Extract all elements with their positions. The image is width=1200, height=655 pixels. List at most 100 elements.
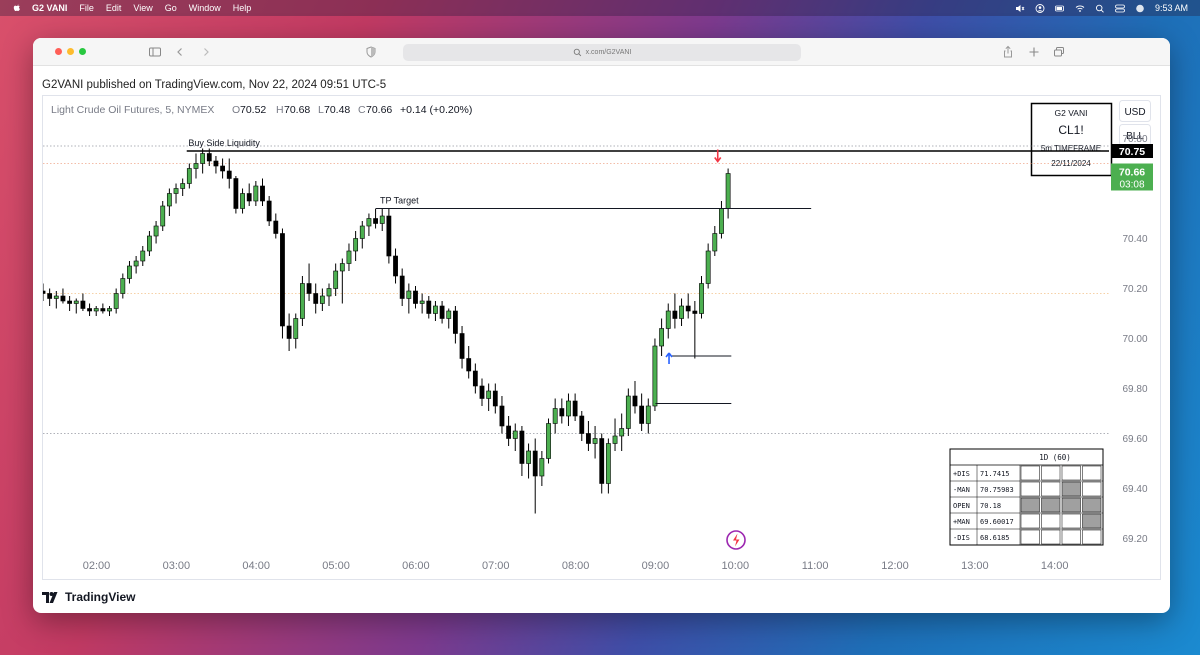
candle-bullish[interactable]	[526, 450, 531, 464]
candle-bearish[interactable]	[452, 310, 458, 334]
candle-bullish[interactable]	[319, 295, 325, 304]
back-icon[interactable]	[173, 45, 187, 59]
candle-bullish[interactable]	[486, 390, 492, 399]
candle-bearish[interactable]	[472, 370, 478, 387]
candle-bullish[interactable]	[153, 225, 159, 237]
candle-bearish[interactable]	[213, 160, 219, 167]
control-center-icon[interactable]	[1115, 4, 1125, 13]
candle-bearish[interactable]	[426, 300, 432, 314]
menu-file[interactable]: File	[79, 3, 94, 13]
minimize-window-button[interactable]	[67, 48, 74, 55]
menu-app-name[interactable]: G2 VANI	[32, 3, 67, 13]
candle-bearish[interactable]	[87, 308, 92, 312]
menu-window[interactable]: Window	[189, 3, 221, 13]
candle-bearish[interactable]	[532, 450, 538, 477]
candle-bullish[interactable]	[140, 250, 146, 262]
candle-bearish[interactable]	[266, 200, 272, 222]
candle-bullish[interactable]	[546, 423, 551, 459]
candle-bearish[interactable]	[60, 295, 66, 302]
candle-bullish[interactable]	[625, 395, 631, 429]
candle-bearish[interactable]	[206, 153, 212, 162]
candle-bearish[interactable]	[373, 218, 378, 224]
candle-bearish[interactable]	[226, 170, 232, 179]
candle-bearish[interactable]	[672, 310, 678, 319]
menubar-clock[interactable]: 9:53 AM	[1155, 3, 1188, 13]
user-account-icon[interactable]	[1035, 3, 1045, 13]
candle-bearish[interactable]	[685, 305, 691, 312]
candle-bearish[interactable]	[459, 333, 465, 359]
candle-bullish[interactable]	[725, 173, 731, 209]
candle-bullish[interactable]	[705, 250, 711, 284]
candle-bearish[interactable]	[466, 358, 472, 372]
close-window-button[interactable]	[55, 48, 62, 55]
mute-icon[interactable]	[1015, 4, 1025, 13]
candle-bearish[interactable]	[393, 255, 398, 277]
candle-bullish[interactable]	[659, 328, 664, 347]
candle-bullish[interactable]	[592, 438, 598, 444]
privacy-shield-icon[interactable]	[364, 45, 378, 59]
candle-bullish[interactable]	[300, 283, 305, 319]
candle-bearish[interactable]	[572, 400, 578, 417]
candle-bullish[interactable]	[645, 405, 651, 424]
candle-bearish[interactable]	[246, 193, 252, 202]
search-icon[interactable]	[1095, 4, 1105, 13]
battery-icon[interactable]	[1055, 4, 1065, 13]
candle-bullish[interactable]	[326, 288, 332, 297]
candle-bearish[interactable]	[260, 185, 265, 202]
candle-bearish[interactable]	[499, 405, 505, 427]
candle-bullish[interactable]	[253, 185, 259, 202]
candle-bullish[interactable]	[512, 430, 518, 439]
candle-bullish[interactable]	[346, 250, 352, 264]
candle-bearish[interactable]	[559, 408, 565, 417]
candle-bearish[interactable]	[280, 233, 285, 327]
candle-bullish[interactable]	[186, 168, 192, 184]
candle-bearish[interactable]	[273, 220, 279, 234]
candle-bullish[interactable]	[113, 293, 119, 309]
candle-bullish[interactable]	[107, 308, 112, 312]
candle-bullish[interactable]	[719, 208, 724, 234]
candle-bullish[interactable]	[127, 265, 132, 279]
candle-bearish[interactable]	[80, 300, 86, 309]
apple-icon[interactable]	[12, 3, 22, 13]
candle-bearish[interactable]	[40, 290, 46, 294]
forward-icon[interactable]	[199, 45, 213, 59]
candle-bullish[interactable]	[446, 310, 452, 319]
candle-bearish[interactable]	[67, 300, 73, 304]
candle-bullish[interactable]	[339, 263, 345, 272]
candle-bearish[interactable]	[47, 293, 53, 299]
candle-bullish[interactable]	[699, 283, 704, 314]
candle-bullish[interactable]	[160, 205, 166, 227]
candle-bearish[interactable]	[479, 385, 485, 399]
candle-bullish[interactable]	[605, 443, 611, 484]
candle-bearish[interactable]	[639, 405, 645, 424]
share-icon[interactable]	[1001, 45, 1015, 59]
candle-bullish[interactable]	[147, 235, 152, 252]
candle-bullish[interactable]	[612, 435, 618, 444]
menu-view[interactable]: View	[133, 3, 152, 13]
candle-bullish[interactable]	[193, 163, 199, 169]
candle-bullish[interactable]	[166, 193, 172, 207]
candle-bullish[interactable]	[293, 318, 299, 339]
candle-bullish[interactable]	[419, 300, 425, 304]
candle-bearish[interactable]	[519, 430, 525, 464]
wifi-icon[interactable]	[1075, 4, 1085, 13]
candle-bullish[interactable]	[665, 310, 671, 329]
candle-bullish[interactable]	[619, 428, 625, 437]
candlestick-chart[interactable]: Light Crude Oil Futures, 5, NYMEX O 70.5…	[40, 96, 1160, 579]
sidebar-icon[interactable]	[148, 45, 162, 59]
candle-bullish[interactable]	[180, 183, 186, 189]
candle-bearish[interactable]	[100, 308, 106, 312]
siri-icon[interactable]	[1135, 4, 1145, 13]
candle-bullish[interactable]	[379, 215, 385, 224]
candle-bullish[interactable]	[566, 400, 571, 417]
candle-bearish[interactable]	[220, 165, 225, 172]
candle-bullish[interactable]	[359, 225, 365, 239]
candle-bullish[interactable]	[552, 408, 558, 424]
candle-bearish[interactable]	[286, 325, 292, 339]
candle-bearish[interactable]	[439, 305, 445, 319]
candle-bullish[interactable]	[173, 188, 179, 194]
candle-bullish[interactable]	[712, 233, 718, 252]
candle-bullish[interactable]	[73, 300, 79, 304]
address-bar[interactable]: x.com/G2VANI	[403, 44, 801, 61]
candle-bullish[interactable]	[93, 308, 99, 312]
